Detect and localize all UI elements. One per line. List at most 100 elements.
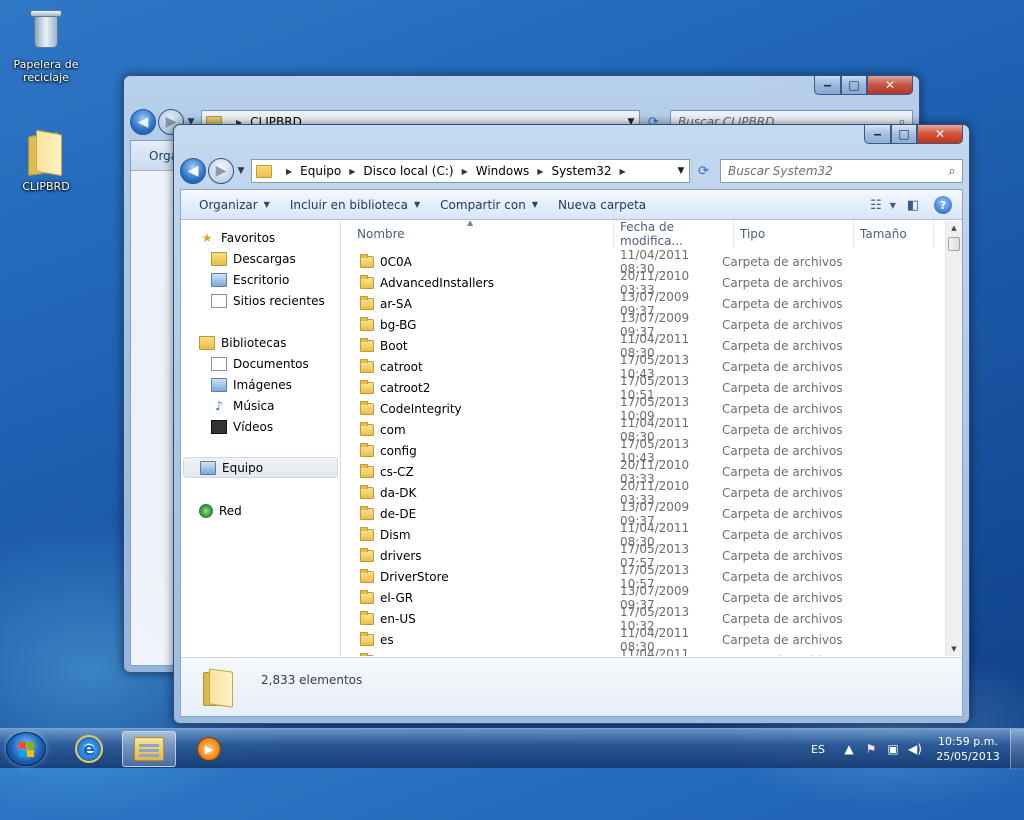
nav-desktop[interactable]: Escritorio: [181, 269, 340, 290]
file-type: Carpeta de archivos: [722, 380, 843, 395]
folder-icon: [360, 610, 374, 625]
desktop-icon-label: CLIPBRD: [22, 180, 70, 193]
file-type: Carpeta de archivos: [722, 611, 843, 626]
start-button[interactable]: [6, 732, 46, 766]
nav-pictures[interactable]: Imágenes: [181, 374, 340, 395]
folder-icon: [360, 631, 374, 646]
search-box[interactable]: Buscar System32 ⌕: [720, 159, 963, 183]
organize-menu[interactable]: Organizar ▼: [189, 198, 280, 212]
nav-computer[interactable]: Equipo: [183, 457, 338, 478]
star-icon: ★: [201, 230, 213, 245]
file-type: Carpeta de archivos: [722, 296, 843, 311]
nav-recent-places[interactable]: Sitios recientes: [181, 290, 340, 311]
file-name: AdvancedInstallers: [380, 275, 494, 290]
minimize-button[interactable]: ‒: [814, 76, 841, 95]
nav-videos[interactable]: Vídeos: [181, 416, 340, 437]
nav-favorites[interactable]: ★ Favoritos: [181, 227, 340, 248]
nav-downloads[interactable]: Descargas: [181, 248, 340, 269]
taskbar: e ▶ ES ▲ ⚑ ▣ ◀) 10:59 p.m. 25/05/2013: [0, 728, 1024, 769]
details-pane: 2,833 elementos: [181, 657, 962, 716]
close-button[interactable]: ✕: [867, 76, 913, 95]
folder-icon: [360, 463, 374, 478]
file-name: catroot: [380, 359, 423, 374]
file-name: Dism: [380, 527, 411, 542]
view-options-icon[interactable]: ☷ ▼: [870, 194, 896, 216]
maximize-button[interactable]: □: [841, 76, 867, 95]
file-type: Carpeta de archivos: [722, 548, 843, 563]
help-icon[interactable]: ?: [934, 196, 952, 214]
sort-ascending-icon: ▲: [467, 221, 474, 227]
file-name: ar-SA: [380, 296, 412, 311]
refresh-icon[interactable]: ⟳: [692, 160, 714, 182]
desktop-icon-recycle-bin[interactable]: Papelera de reciclaje: [6, 6, 86, 84]
back-button[interactable]: ◀: [180, 158, 206, 184]
column-type[interactable]: Tipo: [734, 221, 854, 247]
vertical-scrollbar[interactable]: ▲ ▼: [945, 221, 962, 656]
documents-icon: [211, 356, 227, 371]
share-with-menu[interactable]: Compartir con ▼: [430, 198, 548, 212]
back-button[interactable]: ◀: [130, 109, 156, 135]
scroll-thumb[interactable]: [948, 237, 960, 251]
column-headers: ▲ Nombre Fecha de modifica... Tipo Tamaño: [342, 221, 944, 248]
include-library-menu[interactable]: Incluir en biblioteca ▼: [280, 198, 430, 212]
volume-icon[interactable]: ◀): [904, 742, 926, 756]
breadcrumb-disco-local[interactable]: Disco local (C:): [363, 164, 453, 178]
file-row[interactable]: es-ES 11/04/2011 08:39 ... Carpeta de arch…: [342, 647, 944, 657]
address-dropdown[interactable]: ▼: [673, 166, 689, 176]
network-status-icon[interactable]: ▣: [882, 742, 904, 756]
folder-icon: [360, 358, 374, 373]
file-name: de-DE: [380, 506, 417, 521]
column-name[interactable]: ▲ Nombre: [342, 221, 614, 247]
scroll-up-arrow[interactable]: ▲: [946, 221, 962, 235]
clock[interactable]: 10:59 p.m. 25/05/2013: [926, 734, 1010, 764]
minimize-button[interactable]: ‒: [864, 125, 891, 144]
nav-libraries[interactable]: Bibliotecas: [181, 332, 340, 353]
search-icon[interactable]: ⌕: [942, 164, 962, 179]
explorer-window-system32[interactable]: ‒ □ ✕ ◀ ▶ ▼ ▶ Equipo ▶ Disco local (C:) …: [173, 124, 970, 724]
recent-pages-dropdown[interactable]: ▼: [235, 166, 247, 176]
close-button[interactable]: ✕: [917, 125, 963, 144]
breadcrumb-system32[interactable]: System32: [551, 164, 611, 178]
nav-network[interactable]: Red: [181, 500, 340, 521]
pictures-icon: [211, 377, 227, 392]
breadcrumb-equipo[interactable]: Equipo: [300, 164, 341, 178]
file-type: Carpeta de archivos: [722, 317, 843, 332]
file-list: ▲ Nombre Fecha de modifica... Tipo Tamaño…: [342, 221, 962, 656]
folder-icon: [360, 400, 374, 415]
forward-button[interactable]: ▶: [208, 158, 234, 184]
action-center-flag-icon[interactable]: ⚑: [860, 742, 882, 756]
breadcrumb-windows[interactable]: Windows: [476, 164, 530, 178]
maximize-button[interactable]: □: [891, 125, 917, 144]
desktop-icon-clipbrd[interactable]: CLIPBRD: [6, 128, 86, 193]
column-date[interactable]: Fecha de modifica...: [614, 221, 734, 248]
show-desktop-button[interactable]: [1010, 729, 1024, 769]
folder-icon: [22, 128, 70, 177]
file-name: es-ES: [380, 654, 413, 657]
taskbar-media-player[interactable]: ▶: [182, 731, 236, 767]
file-rows: 0C0A 11/04/2011 08:30 ... Carpeta de archi…: [342, 248, 944, 657]
address-bar[interactable]: ▶ Equipo ▶ Disco local (C:) ▶ Windows ▶ …: [251, 159, 690, 183]
recycle-bin-icon: [22, 6, 70, 54]
preview-pane-icon[interactable]: ◧: [902, 194, 924, 216]
taskbar-windows-explorer[interactable]: [122, 731, 176, 767]
file-type: Carpeta de archivos: [722, 464, 843, 479]
file-name: bg-BG: [380, 317, 417, 332]
navigation-pane: ★ Favoritos Descargas Escritorio Sitios r…: [181, 221, 341, 656]
folder-icon: [256, 164, 272, 178]
taskbar-internet-explorer[interactable]: e: [62, 731, 116, 767]
file-type: Carpeta de archivos: [722, 275, 843, 290]
folder-icon: [360, 505, 374, 520]
desktop-icon: [211, 272, 227, 287]
clock-date: 25/05/2013: [936, 750, 1000, 763]
nav-documents[interactable]: Documentos: [181, 353, 340, 374]
folder-icon: [360, 526, 374, 541]
new-folder-button[interactable]: Nueva carpeta: [548, 198, 656, 212]
folder-icon: [360, 295, 374, 310]
scroll-down-arrow[interactable]: ▼: [946, 642, 962, 656]
nav-music[interactable]: ♪ Música: [181, 395, 340, 416]
file-name: CodeIntegrity: [380, 401, 462, 416]
media-player-icon: ▶: [197, 737, 221, 761]
column-size[interactable]: Tamaño: [854, 221, 934, 247]
language-indicator[interactable]: ES: [798, 743, 838, 756]
show-hidden-icons-arrow[interactable]: ▲: [838, 742, 860, 756]
